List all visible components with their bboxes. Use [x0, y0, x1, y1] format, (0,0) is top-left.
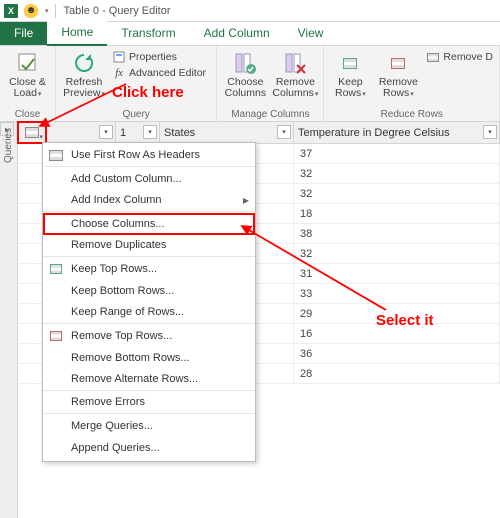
- qat-dropdown-icon[interactable]: ▾: [45, 7, 49, 15]
- menu-choose-columns[interactable]: Choose Columns...: [43, 213, 255, 235]
- table-menu-button[interactable]: ▾: [18, 122, 46, 143]
- group-manage-columns: Choose Columns Remove Columns▾ Manage Co…: [217, 46, 324, 121]
- col-header-blank[interactable]: ▾: [46, 122, 116, 143]
- remove-rows-icon: [385, 50, 411, 76]
- group-query: Refresh Preview▾ Properties fxAdvanced E…: [56, 46, 217, 121]
- close-load-label: Close & Load▾: [6, 77, 49, 100]
- menu-first-row-headers[interactable]: Use First Row As Headers: [43, 145, 255, 167]
- filter-icon[interactable]: ▾: [483, 125, 497, 139]
- tab-transform[interactable]: Transform: [107, 22, 189, 45]
- menu-remove-errors[interactable]: Remove Errors: [43, 392, 255, 414]
- cell-temp: 28: [294, 364, 500, 383]
- filter-icon[interactable]: ▾: [99, 125, 113, 139]
- menu-remove-bottom-rows[interactable]: Remove Bottom Rows...: [43, 347, 255, 369]
- remove-dup-icon: [426, 50, 440, 64]
- keep-rows-icon: [337, 50, 363, 76]
- cell-temp: 31: [294, 264, 500, 283]
- close-load-button[interactable]: Close & Load▾: [6, 48, 49, 100]
- group-close: Close & Load▾ Close: [0, 46, 56, 121]
- smiley-icon[interactable]: ☻: [24, 4, 38, 18]
- keep-rows-button[interactable]: Keep Rows▾: [330, 48, 370, 100]
- cell-temp: 16: [294, 324, 500, 343]
- close-load-icon: [15, 50, 41, 76]
- advanced-editor-icon: fx: [112, 66, 126, 80]
- group-label-query: Query: [62, 108, 210, 120]
- menu-keep-bottom-rows[interactable]: Keep Bottom Rows...: [43, 280, 255, 302]
- refresh-icon: [71, 50, 97, 76]
- ribbon-tabs: File Home Transform Add Column View: [0, 22, 500, 46]
- tab-add-column[interactable]: Add Column: [190, 22, 284, 45]
- queries-pane-collapsed[interactable]: ▸ Queries: [0, 122, 18, 518]
- advanced-editor-button[interactable]: fxAdvanced Editor: [112, 66, 206, 80]
- table-context-menu: Use First Row As Headers Add Custom Colu…: [42, 142, 256, 462]
- reduce-stack: Remove D: [426, 48, 493, 100]
- choose-columns-icon: [232, 50, 258, 76]
- tab-view[interactable]: View: [284, 22, 338, 45]
- cell-temp: 37: [294, 144, 500, 163]
- cell-temp: 38: [294, 224, 500, 243]
- menu-keep-range-rows[interactable]: Keep Range of Rows...: [43, 302, 255, 324]
- refresh-preview-button[interactable]: Refresh Preview▾: [62, 48, 106, 100]
- separator: [55, 4, 56, 18]
- cell-temp: 33: [294, 284, 500, 303]
- tab-home[interactable]: Home: [47, 21, 107, 46]
- keep-rows-label: Keep Rows▾: [330, 77, 370, 100]
- remove-top-icon: [48, 328, 64, 344]
- keep-top-icon: [48, 261, 64, 277]
- data-grid: ▾ ▾ 1▾ States▾ Temperature in Degree Cel…: [18, 122, 500, 518]
- remove-rows-label: Remove Rows▾: [376, 77, 420, 100]
- remove-columns-icon: [282, 50, 308, 76]
- filter-icon[interactable]: ▾: [277, 125, 291, 139]
- remove-columns-label: Remove Columns▾: [272, 77, 318, 100]
- menu-add-custom-column[interactable]: Add Custom Column...: [43, 168, 255, 190]
- remove-columns-button[interactable]: Remove Columns▾: [273, 48, 317, 100]
- submenu-arrow-icon: ▶: [243, 196, 249, 205]
- menu-add-index-column[interactable]: Add Index Column▶: [43, 190, 255, 212]
- group-label-close: Close: [6, 108, 49, 120]
- menu-remove-top-rows[interactable]: Remove Top Rows...: [43, 325, 255, 347]
- filter-icon[interactable]: ▾: [143, 125, 157, 139]
- window-title: Table 0 - Query Editor: [64, 5, 171, 17]
- refresh-label: Refresh Preview▾: [62, 77, 106, 100]
- remove-duplicates-button[interactable]: Remove D: [426, 50, 493, 64]
- properties-button[interactable]: Properties: [112, 50, 206, 64]
- tab-file[interactable]: File: [0, 22, 47, 45]
- group-label-reduce: Reduce Rows: [330, 108, 493, 120]
- cell-temp: 36: [294, 344, 500, 363]
- choose-columns-button[interactable]: Choose Columns: [223, 48, 267, 100]
- menu-merge-queries[interactable]: Merge Queries...: [43, 415, 255, 437]
- table-icon: [48, 147, 64, 163]
- queries-label: Queries: [3, 128, 14, 163]
- group-reduce-rows: Keep Rows▾ Remove Rows▾ Remove D Reduce …: [324, 46, 500, 121]
- remove-rows-button[interactable]: Remove Rows▾: [376, 48, 420, 100]
- data-area: ▸ Queries ▾ ▾ 1▾ States▾ Temperature in …: [0, 122, 500, 518]
- col-header-states[interactable]: States▾: [160, 122, 294, 143]
- col-header-temperature[interactable]: Temperature in Degree Celsius▾: [294, 122, 500, 143]
- cell-temp: 29: [294, 304, 500, 323]
- menu-remove-alternate-rows[interactable]: Remove Alternate Rows...: [43, 369, 255, 391]
- excel-icon: [4, 4, 18, 18]
- col-header-1[interactable]: 1▾: [116, 122, 160, 143]
- cell-temp: 32: [294, 244, 500, 263]
- menu-append-queries[interactable]: Append Queries...: [43, 437, 255, 459]
- properties-icon: [112, 50, 126, 64]
- menu-remove-duplicates[interactable]: Remove Duplicates: [43, 235, 255, 257]
- quick-access-toolbar: ☻ ▾ Table 0 - Query Editor: [0, 0, 500, 22]
- cell-temp: 18: [294, 204, 500, 223]
- cell-temp: 32: [294, 184, 500, 203]
- menu-keep-top-rows[interactable]: Keep Top Rows...: [43, 258, 255, 280]
- ribbon: Close & Load▾ Close Refresh Preview▾ Pro…: [0, 46, 500, 122]
- choose-columns-label: Choose Columns: [223, 77, 267, 99]
- cell-temp: 32: [294, 164, 500, 183]
- query-stack: Properties fxAdvanced Editor: [112, 48, 206, 100]
- group-label-manage: Manage Columns: [223, 108, 317, 120]
- column-headers: ▾ ▾ 1▾ States▾ Temperature in Degree Cel…: [18, 122, 500, 144]
